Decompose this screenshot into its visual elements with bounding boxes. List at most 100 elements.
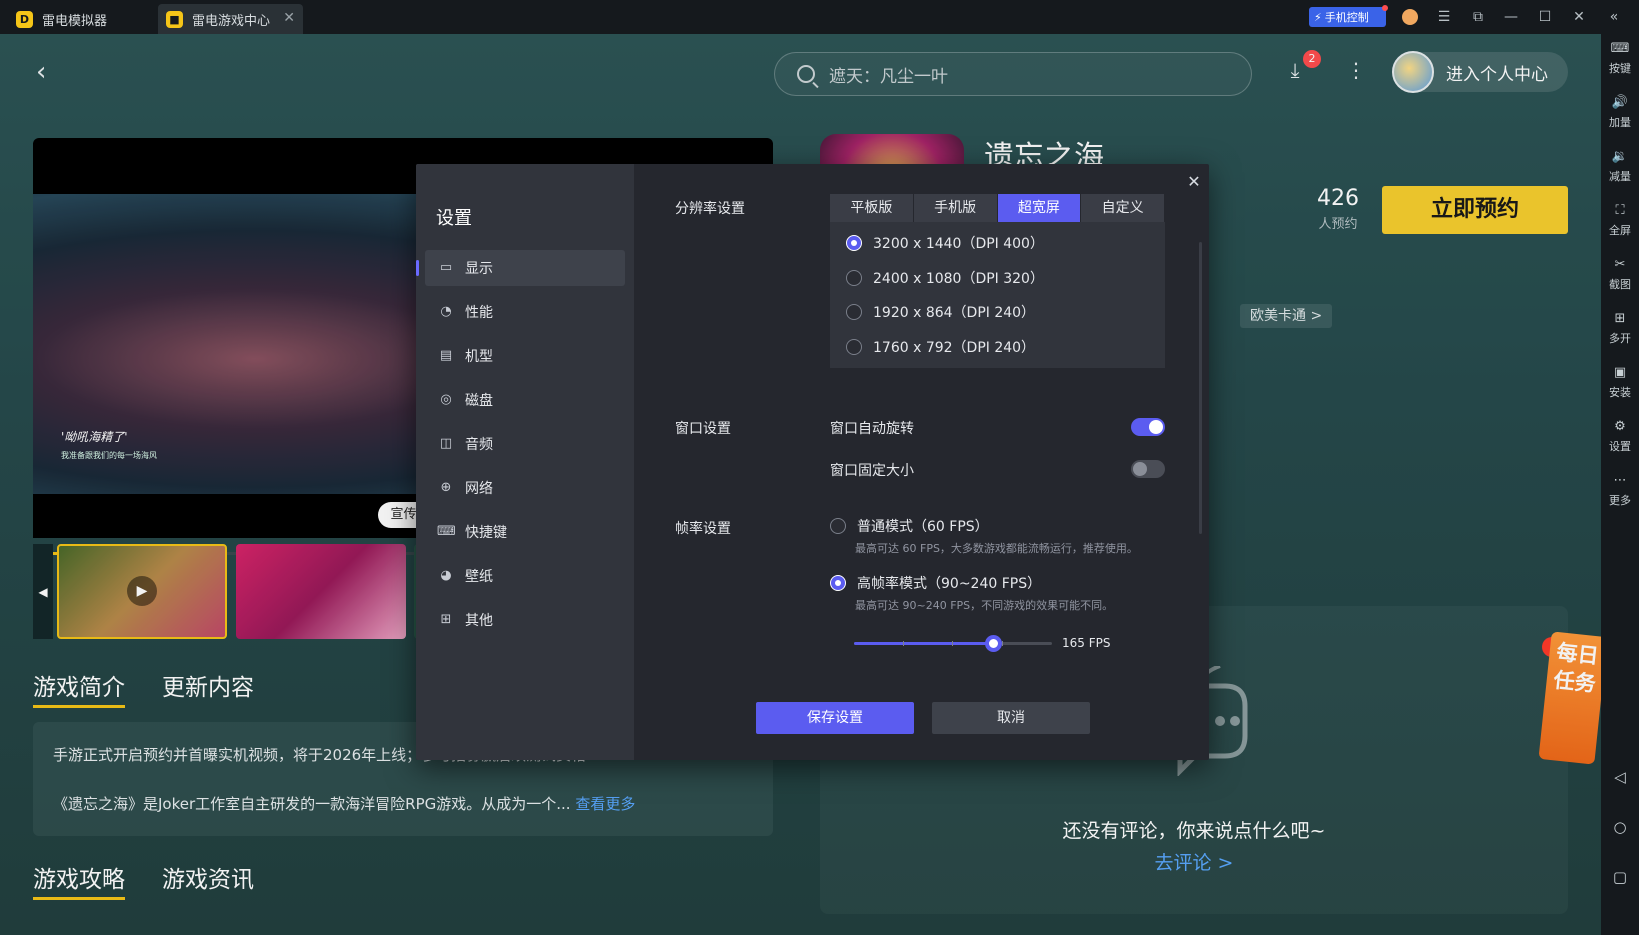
apk-icon: ▣ <box>1613 365 1627 380</box>
settings-title: 设置 <box>436 208 472 229</box>
minimize-icon[interactable]: — <box>1500 6 1522 28</box>
toolbar-volume-down[interactable]: 🔉 减量 <box>1601 148 1639 184</box>
save-settings-button[interactable]: 保存设置 <box>756 702 914 734</box>
res-option[interactable]: 3200 x 1440（DPI 400） <box>846 233 1044 253</box>
tab-ldplayer[interactable]: D 雷电模拟器 <box>14 4 154 34</box>
fps-high-option[interactable]: 高帧率模式（90~240 FPS） <box>830 573 1041 593</box>
toolbar-keymap[interactable]: ⌨ 按键 <box>1601 40 1639 76</box>
title-bar: D 雷电模拟器 ■ 雷电游戏中心 ✕ ⚡ 手机控制 ☰ ⧉ — ☐ ✕ « <box>0 0 1639 34</box>
settings-nav-wallpaper[interactable]: ◕ 壁纸 <box>425 558 625 594</box>
right-toolbar: ⌨ 按键 🔊 加量 🔉 减量 ⛶ 全屏 ✂ 截图 ⊞ 多开 ▣ 安装 ⚙ 设置 ⋯ 更多 ◁ ○ … <box>1601 34 1639 935</box>
fps-normal-desc: 最高可达 60 FPS，大多数游戏都能流畅运行，推荐使用。 <box>855 542 1138 555</box>
gear-icon: ⚙ <box>1614 419 1626 434</box>
settings-nav-display[interactable]: ▭ 显示 <box>416 250 625 286</box>
radio-checked[interactable] <box>846 235 862 251</box>
fps-slider[interactable] <box>854 635 1052 652</box>
fixed-size-toggle[interactable] <box>1131 460 1165 478</box>
res-option[interactable]: 1760 x 792（DPI 240） <box>846 337 1035 357</box>
fixed-size-label: 窗口固定大小 <box>830 463 914 479</box>
tab-label: 雷电模拟器 <box>42 13 108 29</box>
settings-sidebar: 设置 ▭ 显示 ◔ 性能 ▤ 机型 ◎ 磁盘 ◫ 音频 ⊕ 网络 ⌨ 快捷键 ◕ 壁纸 ⊞ 其他 <box>416 164 634 760</box>
toolbar-multi[interactable]: ⊞ 多开 <box>1601 310 1639 346</box>
settings-dialog: 设置 ▭ 显示 ◔ 性能 ▤ 机型 ◎ 磁盘 ◫ 音频 ⊕ 网络 ⌨ 快捷键 ◕ 壁纸 ⊞ 其他 … <box>416 164 1209 760</box>
slider-tick <box>903 641 904 646</box>
settings-nav-network[interactable]: ⊕ 网络 <box>425 470 625 506</box>
maximize-icon[interactable]: ☐ <box>1534 6 1556 28</box>
radio[interactable] <box>830 518 846 534</box>
grid-icon: ⊞ <box>440 612 452 627</box>
radio[interactable] <box>846 339 862 355</box>
res-tab-tablet[interactable]: 平板版 <box>830 194 913 222</box>
dialog-close-icon[interactable]: ✕ <box>1186 174 1202 190</box>
more-icon: ⋯ <box>1613 473 1627 488</box>
res-option[interactable]: 1920 x 864（DPI 240） <box>846 302 1035 322</box>
fps-value: 165 FPS <box>1062 636 1111 650</box>
fps-slider-fill <box>854 642 993 645</box>
tab-close-icon[interactable]: ✕ <box>283 10 295 26</box>
radio[interactable] <box>846 304 862 320</box>
toolbar-screenshot[interactable]: ✂ 截图 <box>1601 256 1639 292</box>
settings-nav-audio[interactable]: ◫ 音频 <box>425 426 625 462</box>
user-avatar-icon[interactable] <box>1399 6 1421 28</box>
menu-icon[interactable]: ☰ <box>1433 6 1455 28</box>
collapse-sidebar-icon[interactable]: « <box>1603 6 1625 28</box>
gamepad-logo-icon: ■ <box>166 10 183 28</box>
toolbar-volume-up[interactable]: 🔊 加量 <box>1601 94 1639 130</box>
resolution-tabs: 平板版 手机版 超宽屏 自定义 <box>830 194 1165 222</box>
folder-icon: ▤ <box>439 348 453 363</box>
gamepad-icon: ◫ <box>439 436 453 451</box>
slider-tick <box>1002 641 1003 646</box>
ldplayer-logo-icon: D <box>16 10 33 28</box>
android-recent-icon[interactable]: ▢ <box>1601 868 1639 886</box>
disk-icon: ◎ <box>440 392 452 407</box>
settings-nav-performance[interactable]: ◔ 性能 <box>425 294 625 330</box>
cancel-button[interactable]: 取消 <box>932 702 1090 734</box>
monitor-icon: ▭ <box>439 260 453 275</box>
notification-dot <box>1382 5 1388 11</box>
tab-label: 雷电游戏中心 <box>192 13 271 29</box>
scissors-icon: ✂ <box>1614 257 1626 272</box>
phone-control-button[interactable]: ⚡ 手机控制 <box>1309 5 1388 27</box>
resolution-options: 3200 x 1440（DPI 400） 2400 x 1080（DPI 320… <box>830 222 1165 368</box>
fps-high-desc: 最高可达 90~240 FPS，不同游戏的效果可能不同。 <box>855 599 1114 612</box>
radio[interactable] <box>846 270 862 286</box>
toolbar-install[interactable]: ▣ 安装 <box>1601 364 1639 400</box>
globe-icon: ⊕ <box>440 480 452 495</box>
toolbar-fullscreen[interactable]: ⛶ 全屏 <box>1601 202 1639 238</box>
auto-rotate-label: 窗口自动旋转 <box>830 421 914 437</box>
res-tab-custom[interactable]: 自定义 <box>1081 194 1164 222</box>
lightning-icon: ⚡ <box>1314 10 1322 24</box>
slider-tick <box>952 641 953 646</box>
volume-down-icon: 🔉 <box>1611 149 1629 164</box>
window-label: 窗口设置 <box>675 421 731 437</box>
android-home-icon[interactable]: ○ <box>1601 818 1639 836</box>
keyboard-icon: ⌨ <box>437 524 456 539</box>
performance-icon: ◔ <box>440 304 452 319</box>
resolution-label: 分辨率设置 <box>675 201 745 217</box>
settings-scrollbar[interactable] <box>1199 242 1202 534</box>
auto-rotate-toggle[interactable] <box>1131 418 1165 436</box>
settings-nav-disk[interactable]: ◎ 磁盘 <box>425 382 625 418</box>
fps-slider-thumb[interactable] <box>984 635 1002 652</box>
radio-checked[interactable] <box>830 575 846 591</box>
settings-nav-other[interactable]: ⊞ 其他 <box>425 602 625 638</box>
res-tab-phone[interactable]: 手机版 <box>913 194 997 222</box>
toolbar-more[interactable]: ⋯ 更多 <box>1601 472 1639 508</box>
fps-normal-option[interactable]: 普通模式（60 FPS） <box>830 516 989 536</box>
fps-label: 帧率设置 <box>675 521 731 537</box>
palette-icon: ◕ <box>440 568 452 583</box>
close-icon[interactable]: ✕ <box>1568 6 1590 28</box>
tab-game-center[interactable]: ■ 雷电游戏中心 ✕ <box>158 4 303 34</box>
phone-control-label: 手机控制 <box>1324 11 1369 24</box>
settings-nav-model[interactable]: ▤ 机型 <box>425 338 625 374</box>
restore-icon[interactable]: ⧉ <box>1467 6 1489 28</box>
android-back-icon[interactable]: ◁ <box>1601 768 1639 786</box>
res-option[interactable]: 2400 x 1080（DPI 320） <box>846 268 1044 288</box>
keyboard-icon: ⌨ <box>1610 41 1630 56</box>
volume-up-icon: 🔊 <box>1611 95 1629 110</box>
settings-nav-shortcuts[interactable]: ⌨ 快捷键 <box>425 514 625 550</box>
fullscreen-icon: ⛶ <box>1615 203 1625 218</box>
toolbar-settings[interactable]: ⚙ 设置 <box>1601 418 1639 454</box>
res-tab-ultrawide[interactable]: 超宽屏 <box>997 194 1081 222</box>
multi-instance-icon: ⊞ <box>1614 311 1626 326</box>
